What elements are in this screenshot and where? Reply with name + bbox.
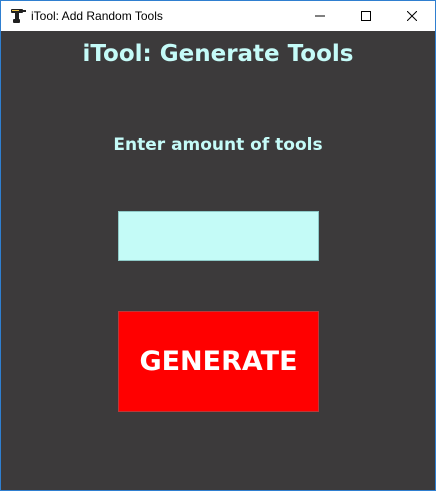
title-bar[interactable]: iTool: Add Random Tools bbox=[1, 1, 435, 31]
window-title: iTool: Add Random Tools bbox=[31, 9, 163, 23]
generate-button[interactable]: GENERATE bbox=[118, 311, 319, 412]
tool-amount-input[interactable] bbox=[118, 211, 319, 261]
amount-prompt-label: Enter amount of tools bbox=[113, 135, 323, 155]
close-button[interactable] bbox=[389, 1, 435, 31]
app-window: iTool: Add Random Tools iTool: Generate … bbox=[0, 0, 436, 491]
close-icon bbox=[407, 11, 417, 21]
window-controls bbox=[297, 1, 435, 31]
drill-icon bbox=[9, 7, 27, 25]
minimize-icon bbox=[315, 11, 325, 21]
minimize-button[interactable] bbox=[297, 1, 343, 31]
maximize-icon bbox=[361, 11, 371, 21]
maximize-button[interactable] bbox=[343, 1, 389, 31]
page-heading: iTool: Generate Tools bbox=[82, 41, 354, 67]
